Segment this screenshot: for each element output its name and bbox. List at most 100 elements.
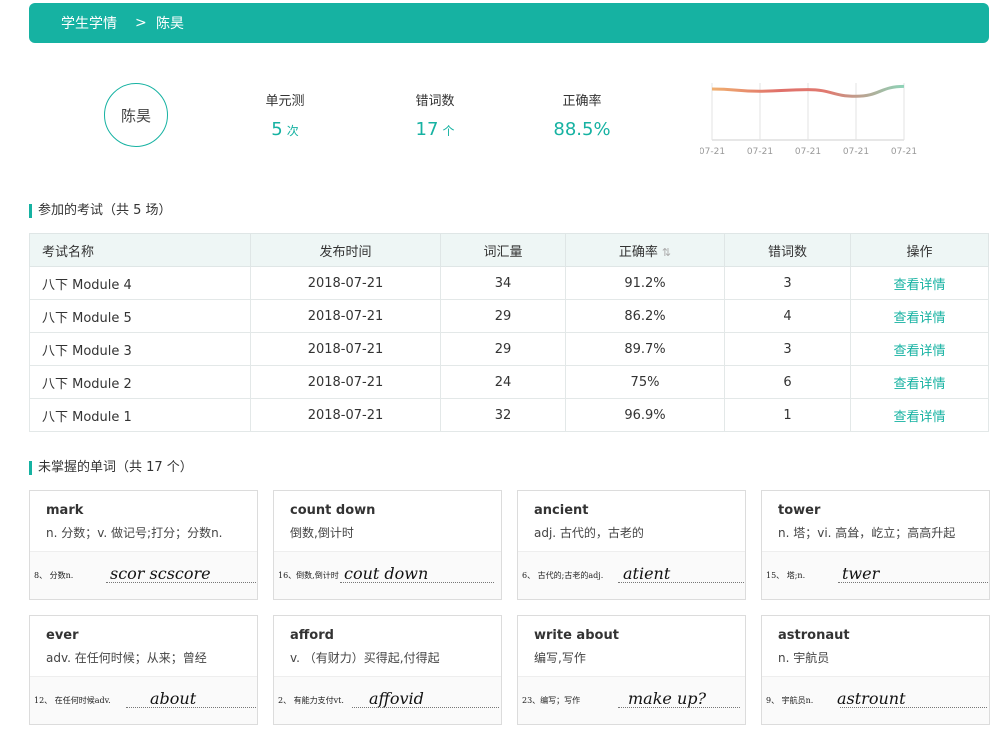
word-meaning: n. 分数；v. 做记号;打分；分数n. [46,526,223,540]
scan-prompt: 16、倒数,倒计时 [278,571,339,580]
cell-vocab: 29 [440,332,566,366]
student-name: 陈昊 [120,106,151,125]
trend-tick-label: 07-21 [891,147,917,157]
scan-prompt: 2、 有能力支付vt. [278,696,344,705]
breadcrumb-root[interactable]: 学生学情 [61,13,117,33]
handwritten-answer: astrount [837,689,906,708]
word-card[interactable]: count down 倒数,倒计时 16、倒数,倒计时 cout down [273,490,502,600]
table-row: 八下 Module 5 2018-07-21 29 86.2% 4 查看详情 [29,299,989,333]
word-meaning: n. 塔；vi. 高耸，屹立；高高升起 [778,526,956,540]
handwriting-scan: 12、 在任何时候adv. about [30,676,257,724]
word-meaning: n. 宇航员 [778,651,830,665]
view-details-link[interactable]: 查看详情 [893,278,945,293]
exams-section-title: 参加的考试（共 5 场） [29,204,172,218]
stat-value: 17 [415,119,439,140]
col-header-errors: 错词数 [724,233,851,267]
handwritten-answer: make up? [628,689,707,708]
scan-prompt: 8、 分数n. [34,571,74,580]
cell-accuracy: 75% [565,365,725,399]
col-header-accuracy[interactable]: 正确率 ⇅ [565,233,725,267]
cell-action: 查看详情 [850,332,989,366]
stat-unit: 个 [442,124,455,138]
cell-errors: 1 [724,398,851,432]
stat-unit: 次 [286,124,299,138]
scan-prompt: 9、 宇航员n. [766,696,814,705]
sort-icon[interactable]: ⇅ [662,246,671,259]
scan-prompt: 12、 在任何时候adv. [34,696,111,705]
cell-date: 2018-07-21 [250,365,441,399]
handwritten-answer: twer [842,564,880,583]
cell-name: 八下 Module 2 [29,365,251,399]
trend-tick-label: 07-21 [843,147,869,157]
word-title: afford [290,628,334,643]
trend-tick-label: 07-21 [700,147,725,157]
handwritten-answer: cout down [344,564,429,583]
cell-accuracy: 91.2% [565,266,725,300]
handwriting-scan: 9、 宇航员n. astrount [762,676,989,724]
handwritten-answer: scor scscore [110,564,211,583]
word-card[interactable]: ever adv. 在任何时候；从来；曾经 12、 在任何时候adv. abou… [29,615,258,725]
word-card[interactable]: tower n. 塔；vi. 高耸，屹立；高高升起 15、 塔;n. twer [761,490,990,600]
scan-prompt: 15、 塔;n. [766,571,806,580]
cell-date: 2018-07-21 [250,266,441,300]
word-meaning: adj. 古代的，古老的 [534,526,644,540]
cell-errors: 3 [724,332,851,366]
cell-accuracy: 96.9% [565,398,725,432]
cell-vocab: 29 [440,299,566,333]
word-card[interactable]: astronaut n. 宇航员 9、 宇航员n. astrount [761,615,990,725]
word-title: mark [46,503,84,518]
view-details-link[interactable]: 查看详情 [893,311,945,326]
word-title: ever [46,628,79,643]
word-card[interactable]: ancient adj. 古代的，古老的 6、 古代的;古老的adj. atie… [517,490,746,600]
view-details-link[interactable]: 查看详情 [893,377,945,392]
word-meaning: 编写,写作 [534,651,586,665]
handwriting-scan: 2、 有能力支付vt. affovid [274,676,501,724]
stat-value: 5 [271,119,283,140]
accuracy-trend-chart: 07-21 07-21 07-21 07-21 07-21 [700,83,917,157]
trend-tick-label: 07-21 [747,147,773,157]
scan-prompt: 6、 古代的;古老的adj. [522,571,604,580]
cell-name: 八下 Module 4 [29,266,251,300]
breadcrumb-current: 陈昊 [156,16,184,32]
cell-vocab: 24 [440,365,566,399]
cell-action: 查看详情 [850,365,989,399]
word-meaning: 倒数,倒计时 [290,526,354,540]
word-title: tower [778,503,821,518]
cell-name: 八下 Module 1 [29,398,251,432]
word-meaning: adv. 在任何时候；从来；曾经 [46,651,207,665]
stat-value: 88.5% [553,119,611,140]
breadcrumb: 学生学情 > 陈昊 [29,3,989,43]
cell-vocab: 32 [440,398,566,432]
stat-label: 单元测 [265,94,305,109]
view-details-link[interactable]: 查看详情 [893,344,945,359]
word-title: count down [290,503,376,518]
cell-accuracy: 86.2% [565,299,725,333]
word-card[interactable]: write about 编写,写作 23、编写；写作 make up? [517,615,746,725]
cell-accuracy: 89.7% [565,332,725,366]
words-section-title: 未掌握的单词（共 17 个） [29,461,193,475]
cell-errors: 3 [724,266,851,300]
handwritten-answer: about [150,689,197,708]
avatar: 陈昊 [104,83,168,147]
word-meaning: v. （有财力）买得起,付得起 [290,651,440,665]
cell-action: 查看详情 [850,398,989,432]
cell-name: 八下 Module 3 [29,332,251,366]
cell-vocab: 34 [440,266,566,300]
view-details-link[interactable]: 查看详情 [893,410,945,425]
handwritten-answer: atient [623,564,671,583]
table-row: 八下 Module 2 2018-07-21 24 75% 6 查看详情 [29,365,989,399]
handwriting-scan: 6、 古代的;古老的adj. atient [518,551,745,599]
word-card[interactable]: afford v. （有财力）买得起,付得起 2、 有能力支付vt. affov… [273,615,502,725]
col-header-vocab: 词汇量 [440,233,566,267]
stat-unit-tests: 单元测 5次 [230,90,340,140]
scan-prompt: 23、编写；写作 [522,696,581,705]
stat-label: 正确率 [562,94,602,109]
stat-label: 错词数 [415,94,455,109]
exams-table: 考试名称 发布时间 词汇量 正确率 ⇅ 错词数 操作 八下 Module 4 201… [29,233,989,432]
cell-name: 八下 Module 5 [29,299,251,333]
stat-error-words: 错词数 17 个 [380,90,490,140]
word-card[interactable]: mark n. 分数；v. 做记号;打分；分数n. 8、 分数n. scor s… [29,490,258,600]
cell-errors: 6 [724,365,851,399]
col-header-action: 操作 [850,233,989,267]
col-header-accuracy-label: 正确率 [618,244,658,260]
